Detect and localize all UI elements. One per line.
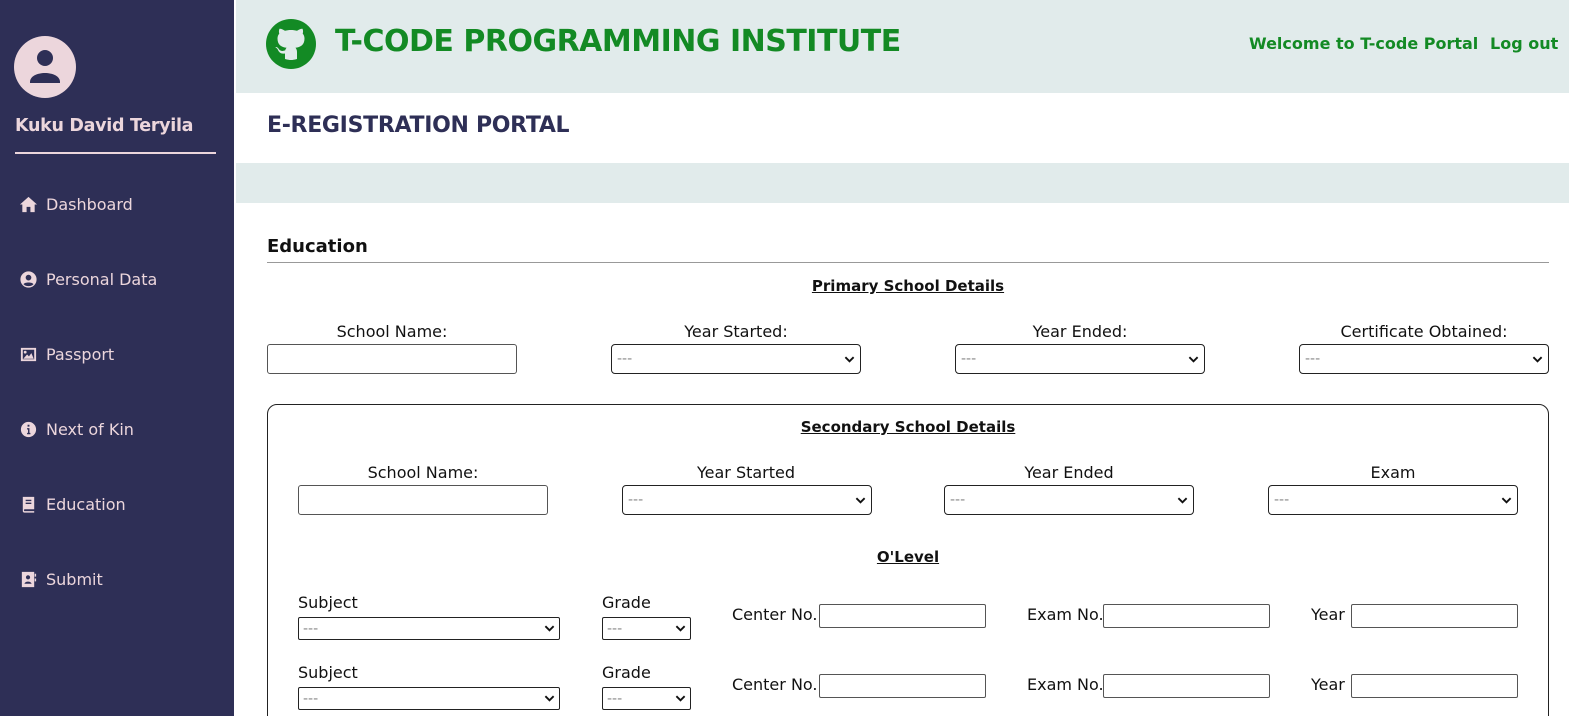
select-value: --- <box>303 620 319 637</box>
select-value: --- <box>1305 351 1321 367</box>
page-title: E-REGISTRATION PORTAL <box>267 113 570 138</box>
user-name: Kuku David Teryila <box>15 116 194 136</box>
olevel-grade-select[interactable]: --- <box>602 617 691 640</box>
olevel-grade-select[interactable]: --- <box>602 687 691 710</box>
chevron-down-icon <box>1177 497 1188 504</box>
logout-link[interactable]: Log out <box>1490 34 1558 53</box>
primary-year-started-label: Year Started: <box>684 322 788 341</box>
secondary-school-name-input[interactable] <box>298 485 548 515</box>
user-avatar-icon <box>30 50 60 83</box>
primary-certificate-select[interactable]: --- <box>1299 344 1549 374</box>
address-book-icon <box>21 571 37 588</box>
select-value: --- <box>607 620 623 637</box>
section-divider <box>267 262 1549 263</box>
primary-certificate-label: Certificate Obtained: <box>1340 322 1508 341</box>
sidebar-item-dashboard[interactable]: Dashboard <box>19 195 133 214</box>
brand-title: T-CODE PROGRAMMING INSTITUTE <box>335 24 901 59</box>
secondary-school-heading: Secondary School Details <box>800 418 1016 436</box>
github-logo-icon <box>266 19 316 69</box>
image-icon <box>20 347 37 362</box>
select-value: --- <box>303 690 319 707</box>
book-icon <box>22 496 35 513</box>
select-value: --- <box>607 690 623 707</box>
olevel-exam-no-label: Exam No. <box>1027 605 1104 624</box>
olevel-grade-label: Grade <box>602 663 651 682</box>
primary-school-name-input[interactable] <box>267 344 517 374</box>
olevel-year-input[interactable] <box>1351 604 1518 628</box>
chevron-down-icon <box>855 497 866 504</box>
primary-school-heading: Primary School Details <box>811 277 1005 295</box>
olevel-subject-select[interactable]: --- <box>298 617 560 640</box>
olevel-grade-label: Grade <box>602 593 651 612</box>
olevel-subject-label: Subject <box>298 593 358 612</box>
secondary-year-ended-label: Year Ended <box>1024 463 1114 482</box>
chevron-down-icon <box>675 695 686 702</box>
info-icon <box>20 421 37 438</box>
secondary-year-ended-select[interactable]: --- <box>944 485 1194 515</box>
sidebar-item-personal-data[interactable]: Personal Data <box>19 270 157 289</box>
olevel-subject-label: Subject <box>298 663 358 682</box>
home-icon <box>19 196 38 213</box>
sidebar-item-label: Dashboard <box>46 195 133 214</box>
secondary-year-started-label: Year Started <box>696 463 796 482</box>
chevron-down-icon <box>1532 356 1543 363</box>
chevron-down-icon <box>675 625 686 632</box>
secondary-exam-label: Exam <box>1370 463 1416 482</box>
primary-year-started-select[interactable]: --- <box>611 344 861 374</box>
secondary-year-started-select[interactable]: --- <box>622 485 872 515</box>
sidebar-item-label: Passport <box>46 345 115 364</box>
olevel-center-input[interactable] <box>819 604 986 628</box>
olevel-year-input[interactable] <box>1351 674 1518 698</box>
olevel-subject-select[interactable]: --- <box>298 687 560 710</box>
sidebar-item-label: Submit <box>46 570 103 589</box>
olevel-center-input[interactable] <box>819 674 986 698</box>
olevel-year-label: Year <box>1311 605 1345 624</box>
secondary-school-name-label: School Name: <box>367 463 479 482</box>
chevron-down-icon <box>1188 356 1199 363</box>
chevron-down-icon <box>544 695 555 702</box>
sidebar-item-education[interactable]: Education <box>19 495 126 514</box>
primary-year-ended-select[interactable]: --- <box>955 344 1205 374</box>
select-value: --- <box>961 351 977 367</box>
chevron-down-icon <box>844 356 855 363</box>
sidebar-item-label: Education <box>46 495 126 514</box>
olevel-exam-no-input[interactable] <box>1103 674 1270 698</box>
sidebar-item-next-of-kin[interactable]: Next of Kin <box>19 420 134 439</box>
olevel-exam-no-label: Exam No. <box>1027 675 1104 694</box>
avatar <box>14 36 76 98</box>
sidebar: Kuku David Teryila Dashboard Personal Da… <box>0 0 234 716</box>
olevel-center-label: Center No. <box>732 605 818 624</box>
user-divider <box>15 152 216 154</box>
sidebar-item-label: Personal Data <box>46 270 158 289</box>
olevel-year-label: Year <box>1311 675 1345 694</box>
select-value: --- <box>1274 492 1290 508</box>
select-value: --- <box>950 492 966 508</box>
olevel-heading: O'Level <box>876 548 940 566</box>
chevron-down-icon <box>544 625 555 632</box>
sidebar-item-submit[interactable]: Submit <box>19 570 103 589</box>
header: T-CODE PROGRAMMING INSTITUTE Welcome to … <box>236 0 1569 93</box>
section-title: Education <box>267 236 368 257</box>
select-value: --- <box>617 351 633 367</box>
primary-year-ended-label: Year Ended: <box>1032 322 1128 341</box>
sub-header-bar <box>236 163 1569 203</box>
select-value: --- <box>628 492 644 508</box>
sidebar-item-label: Next of Kin <box>46 420 134 439</box>
user-circle-icon <box>20 271 37 288</box>
secondary-exam-select[interactable]: --- <box>1268 485 1518 515</box>
sidebar-item-passport[interactable]: Passport <box>19 345 114 364</box>
olevel-exam-no-input[interactable] <box>1103 604 1270 628</box>
olevel-center-label: Center No. <box>732 675 818 694</box>
primary-school-name-label: School Name: <box>336 322 448 341</box>
welcome-link[interactable]: Welcome to T-code Portal <box>1249 34 1478 53</box>
chevron-down-icon <box>1501 497 1512 504</box>
